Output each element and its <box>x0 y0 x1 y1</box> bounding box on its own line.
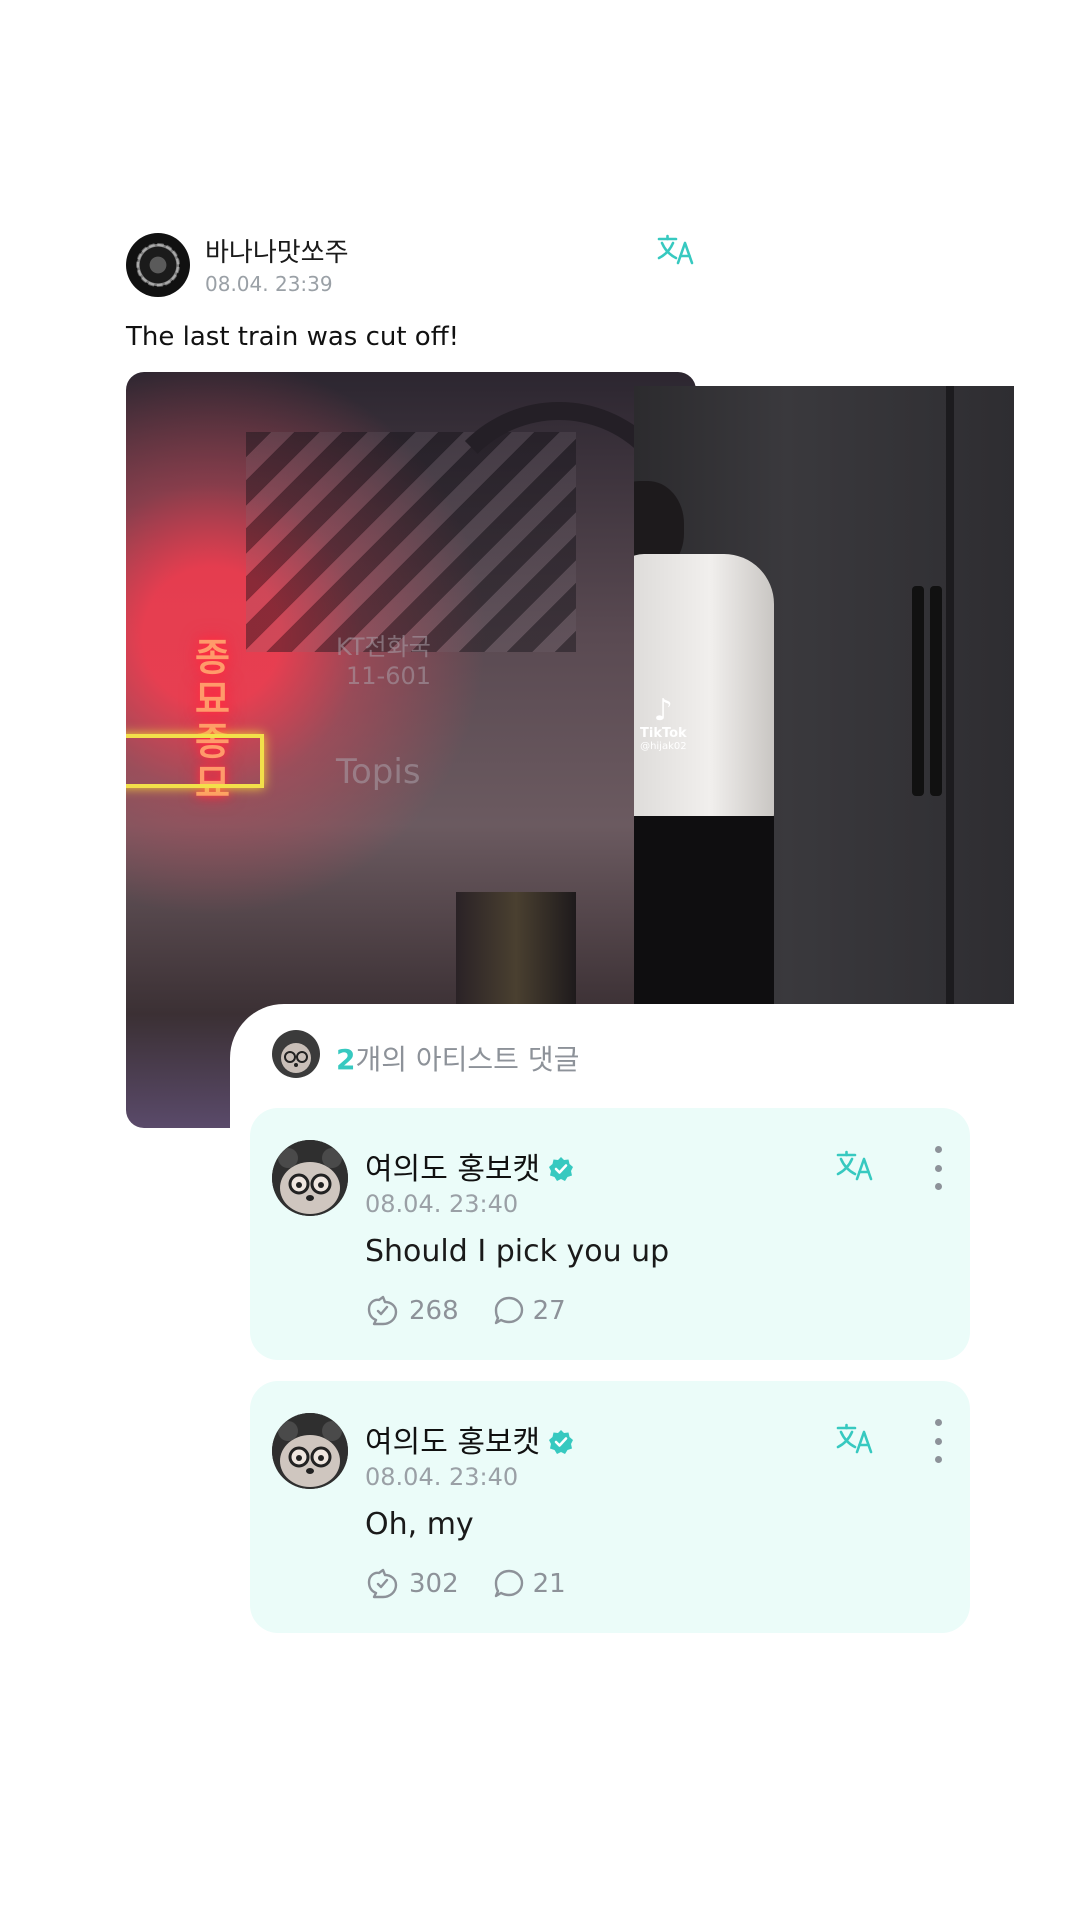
comment-text: Oh, my <box>365 1507 474 1542</box>
commenter-name-text: 여의도 홍보캣 <box>365 1152 541 1187</box>
comment-stats: 302 21 <box>365 1567 600 1601</box>
artist-comments-label: 개의 아티스트 댓글 <box>355 1043 580 1076</box>
reply-count: 21 <box>532 1569 566 1599</box>
like-count: 268 <box>409 1296 459 1326</box>
reply-icon <box>494 1296 523 1325</box>
reply-icon <box>494 1569 523 1598</box>
verified-badge-icon <box>549 1157 574 1181</box>
comment-text: Should I pick you up <box>365 1234 670 1269</box>
reply-count: 27 <box>532 1296 566 1326</box>
commenter-name[interactable]: 여의도 홍보캣 <box>365 1417 574 1461</box>
image-faded-text: Topis <box>336 752 421 792</box>
more-options-icon[interactable] <box>928 1419 948 1463</box>
reply-button[interactable]: 27 <box>493 1295 566 1327</box>
translate-icon[interactable] <box>835 1150 877 1186</box>
post-text: The last train was cut off! <box>126 322 460 352</box>
post-author-avatar[interactable] <box>126 233 190 297</box>
image-faded-text: 11-601 <box>346 662 432 690</box>
post-timestamp: 08.04. 23:39 <box>205 272 333 296</box>
tiktok-handle: @hijak02 <box>640 741 687 752</box>
tiktok-icon: ♪ <box>653 693 673 728</box>
artist-comments-header: 2개의 아티스트 댓글 <box>336 1038 579 1078</box>
page: 바나나맛쏘주 08.04. 23:39 The last train was c… <box>0 0 1080 1920</box>
tiktok-watermark: ♪ TikTok @hijak02 <box>640 693 687 753</box>
like-icon <box>367 1295 398 1326</box>
video-door-handle <box>912 586 924 796</box>
translate-icon[interactable] <box>835 1423 877 1459</box>
video-person-shirt <box>634 554 774 824</box>
translate-icon[interactable] <box>656 234 698 266</box>
post-author-name[interactable]: 바나나맛쏘주 <box>205 232 349 269</box>
tiktok-brand: TikTok <box>640 726 687 741</box>
artist-avatar-small <box>272 1030 320 1078</box>
commenter-avatar[interactable] <box>272 1140 348 1216</box>
image-neon-frame <box>126 734 264 788</box>
commenter-avatar[interactable] <box>272 1413 348 1489</box>
verified-badge-icon <box>549 1430 574 1454</box>
commenter-name[interactable]: 여의도 홍보캣 <box>365 1144 574 1188</box>
artist-comment-card[interactable]: 여의도 홍보캣 08.04. 23:40 Should I pick you u… <box>250 1108 970 1360</box>
like-icon <box>367 1568 398 1599</box>
like-button[interactable]: 268 <box>365 1295 459 1327</box>
artist-comment-card[interactable]: 여의도 홍보캣 08.04. 23:40 Oh, my 302 21 <box>250 1381 970 1633</box>
video-door-frame <box>946 386 954 1062</box>
video-door-handle <box>930 586 942 796</box>
commenter-name-text: 여의도 홍보캣 <box>365 1425 541 1460</box>
comment-timestamp: 08.04. 23:40 <box>365 1463 519 1491</box>
comment-timestamp: 08.04. 23:40 <box>365 1190 519 1218</box>
post-video[interactable] <box>634 386 1014 1062</box>
image-faded-text: KT전화국 <box>336 633 431 661</box>
artist-comments-count: 2 <box>336 1043 356 1076</box>
like-count: 302 <box>409 1569 459 1599</box>
like-button[interactable]: 302 <box>365 1568 459 1600</box>
comment-stats: 268 27 <box>365 1294 600 1328</box>
more-options-icon[interactable] <box>928 1146 948 1190</box>
reply-button[interactable]: 21 <box>493 1568 566 1600</box>
